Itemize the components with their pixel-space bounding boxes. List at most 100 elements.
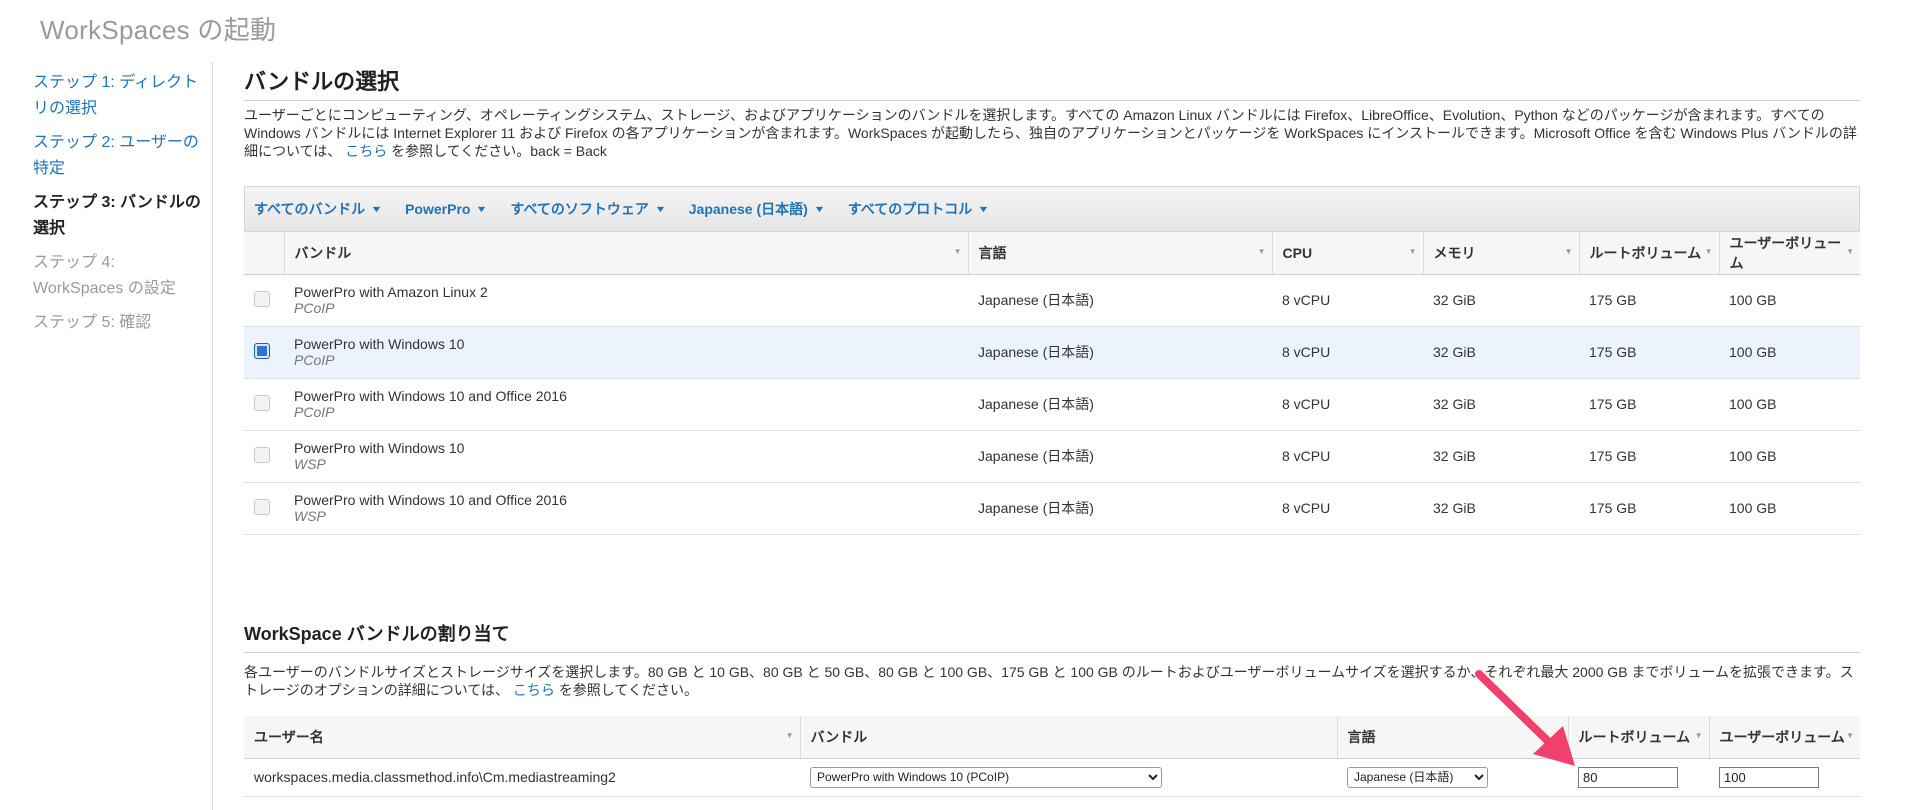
bundle-protocol: PCoIP bbox=[294, 352, 335, 368]
username-column-header[interactable]: ユーザー名 ▼ bbox=[244, 716, 800, 759]
bundle-name: PowerPro with Windows 10 bbox=[294, 440, 465, 456]
caret-down-icon: ▼ bbox=[370, 204, 383, 214]
header-label: 言語 bbox=[978, 244, 1007, 261]
sort-icon: ▼ bbox=[1704, 247, 1713, 256]
language-cell: Japanese (日本語) bbox=[968, 274, 1272, 327]
filter-language[interactable]: Japanese (日本語) ▼ bbox=[688, 199, 826, 219]
filter-software[interactable]: すべてのソフトウェア ▼ bbox=[510, 199, 666, 219]
user-volume-column-header[interactable]: ユーザーボリューム ▼ bbox=[1708, 716, 1860, 759]
header-label: メモリ bbox=[1433, 244, 1476, 261]
table-row[interactable]: PowerPro with Amazon Linux 2 PCoIP Japane… bbox=[244, 274, 1860, 327]
bundle-name: PowerPro with Windows 10 and Office 2016 bbox=[294, 388, 567, 404]
assignment-table: ユーザー名 ▼ バンドル 言語 ルートボリューム ▼ ユーザーボリューム ▼ work… bbox=[244, 716, 1860, 797]
header-label: ルートボリューム bbox=[1578, 728, 1691, 745]
filter-hardware[interactable]: PowerPro ▼ bbox=[405, 201, 488, 217]
language-column-header: 言語 bbox=[1336, 716, 1568, 759]
header-label: バンドル bbox=[294, 244, 352, 261]
user-volume-cell: 100 GB bbox=[1719, 482, 1860, 535]
header-label: ユーザー名 bbox=[254, 728, 324, 745]
user-volume-cell: 100 GB bbox=[1719, 326, 1860, 379]
bundle-section-description: ユーザーごとにコンピューティング、オペレーティングシステム、ストレージ、およびア… bbox=[244, 106, 1860, 160]
header-label: ユーザーボリューム bbox=[1719, 728, 1845, 745]
assignment-row: workspaces.media.classmethod.info\Cm.med… bbox=[244, 758, 1860, 797]
bundle-cell: PowerPro with Windows 10 and Office 2016… bbox=[284, 482, 968, 535]
cpu-cell: 8 vCPU bbox=[1272, 326, 1423, 379]
step-2-link[interactable]: ステップ 2: ユーザーの特定 bbox=[0, 126, 212, 186]
step-3-current: ステップ 3: バンドルの選択 bbox=[33, 194, 201, 237]
memory-cell: 32 GiB bbox=[1423, 482, 1579, 535]
table-row[interactable]: PowerPro with Windows 10 and Office 2016… bbox=[244, 482, 1860, 535]
filter-label: すべてのソフトウェア bbox=[510, 201, 649, 217]
row-checkbox[interactable] bbox=[254, 290, 270, 307]
bundle-assignment-section: WorkSpace バンドルの割り当て 各ユーザーのバンドルサイズとストレージサ… bbox=[244, 620, 1860, 699]
memory-cell: 32 GiB bbox=[1423, 430, 1579, 483]
header-label: ルートボリューム bbox=[1589, 244, 1702, 261]
sort-icon: ▼ bbox=[1257, 247, 1266, 256]
sort-icon: ▼ bbox=[1846, 247, 1854, 256]
language-column-header[interactable]: 言語 ▼ bbox=[967, 232, 1272, 275]
bundle-table-header-row: バンドル ▼ 言語 ▼ CPU ▼ メモリ ▼ ルートボリューム ▼ ユーザーボリューム ▼ bbox=[244, 232, 1860, 275]
wizard-steps-nav: ステップ 1: ディレクトリの選択 ステップ 2: ユーザーの特定 ステップ 3… bbox=[0, 62, 213, 810]
filter-protocol[interactable]: すべてのプロトコル ▼ bbox=[847, 199, 990, 219]
user-volume-cell: 100 GB bbox=[1719, 430, 1860, 483]
root-volume-column-header[interactable]: ルートボリューム ▼ bbox=[1567, 716, 1709, 759]
root-volume-column-header[interactable]: ルートボリューム ▼ bbox=[1578, 232, 1719, 275]
bundle-filter-bar: すべてのバンドル ▼ PowerPro ▼ すべてのソフトウェア ▼ Japanese… bbox=[244, 186, 1860, 232]
bundle-protocol: WSP bbox=[294, 508, 326, 524]
row-select-cell bbox=[244, 378, 284, 431]
cpu-cell: 8 vCPU bbox=[1272, 378, 1423, 431]
root-volume-input[interactable] bbox=[1578, 766, 1678, 788]
bundle-name: PowerPro with Windows 10 bbox=[294, 336, 465, 352]
storage-details-link[interactable]: こちら bbox=[513, 682, 555, 698]
bundle-selection-section: バンドルの選択 ユーザーごとにコンピューティング、オペレーティングシステム、スト… bbox=[244, 64, 1860, 160]
root-volume-cell: 175 GB bbox=[1579, 326, 1719, 379]
bundle-desc-text-after: を参照してください。back = Back bbox=[391, 143, 607, 159]
filter-bundle-type[interactable]: すべてのバンドル ▼ bbox=[254, 199, 383, 219]
page-title: WorkSpaces の起動 bbox=[40, 15, 277, 45]
bundle-details-link[interactable]: こちら bbox=[345, 143, 387, 159]
assign-desc-text: 各ユーザーのバンドルサイズとストレージサイズを選択します。80 GB と 10 … bbox=[244, 664, 1854, 698]
header-label: バンドル bbox=[810, 728, 868, 745]
language-select[interactable]: Japanese (日本語) bbox=[1347, 766, 1488, 788]
bundle-name: PowerPro with Windows 10 and Office 2016 bbox=[294, 492, 567, 508]
language-select-cell: Japanese (日本語) bbox=[1337, 758, 1568, 797]
bundle-column-header: バンドル bbox=[799, 716, 1337, 759]
memory-column-header[interactable]: メモリ ▼ bbox=[1422, 232, 1579, 275]
user-volume-cell: 100 GB bbox=[1719, 378, 1860, 431]
user-volume-column-header[interactable]: ユーザーボリューム ▼ bbox=[1718, 232, 1860, 275]
bundle-cell: PowerPro with Windows 10 WSP bbox=[284, 430, 968, 483]
user-volume-input[interactable] bbox=[1719, 766, 1819, 788]
row-checkbox[interactable] bbox=[254, 498, 270, 515]
bundle-select[interactable]: PowerPro with Windows 10 (PCoIP) bbox=[810, 766, 1162, 788]
cpu-cell: 8 vCPU bbox=[1272, 274, 1423, 327]
language-cell: Japanese (日本語) bbox=[968, 326, 1272, 379]
cpu-column-header[interactable]: CPU ▼ bbox=[1271, 232, 1423, 275]
root-volume-cell: 175 GB bbox=[1579, 378, 1719, 431]
filter-label: すべてのプロトコル bbox=[847, 201, 973, 217]
bundle-protocol: PCoIP bbox=[294, 300, 335, 316]
table-row[interactable]: PowerPro with Windows 10 and Office 2016… bbox=[244, 378, 1860, 431]
select-column-header bbox=[244, 232, 284, 275]
memory-cell: 32 GiB bbox=[1423, 378, 1579, 431]
user-volume-cell: 100 GB bbox=[1719, 274, 1860, 327]
caret-down-icon: ▼ bbox=[813, 204, 826, 214]
cpu-cell: 8 vCPU bbox=[1272, 430, 1423, 483]
sort-icon: ▼ bbox=[953, 247, 962, 256]
step-1-link[interactable]: ステップ 1: ディレクトリの選択 bbox=[0, 66, 212, 126]
bundle-section-title: バンドルの選択 bbox=[244, 64, 1860, 101]
table-row-selected[interactable]: PowerPro with Windows 10 PCoIP Japanese (… bbox=[244, 326, 1860, 379]
user-volume-input-cell bbox=[1709, 758, 1860, 797]
row-checkbox[interactable] bbox=[254, 446, 270, 463]
filter-label: Japanese (日本語) bbox=[688, 201, 808, 217]
row-checkbox-checked[interactable] bbox=[254, 342, 270, 359]
language-cell: Japanese (日本語) bbox=[968, 378, 1272, 431]
bundle-column-header[interactable]: バンドル ▼ bbox=[283, 232, 968, 275]
username-cell: workspaces.media.classmethod.info\Cm.med… bbox=[244, 758, 800, 797]
table-row[interactable]: PowerPro with Windows 10 WSP Japanese (日本… bbox=[244, 430, 1860, 483]
bundle-name: PowerPro with Amazon Linux 2 bbox=[294, 284, 488, 300]
root-volume-cell: 175 GB bbox=[1579, 274, 1719, 327]
root-volume-cell: 175 GB bbox=[1579, 482, 1719, 535]
row-checkbox[interactable] bbox=[254, 394, 270, 411]
assign-table-header-row: ユーザー名 ▼ バンドル 言語 ルートボリューム ▼ ユーザーボリューム ▼ bbox=[244, 716, 1860, 759]
bundle-cell: PowerPro with Amazon Linux 2 PCoIP bbox=[284, 274, 968, 327]
